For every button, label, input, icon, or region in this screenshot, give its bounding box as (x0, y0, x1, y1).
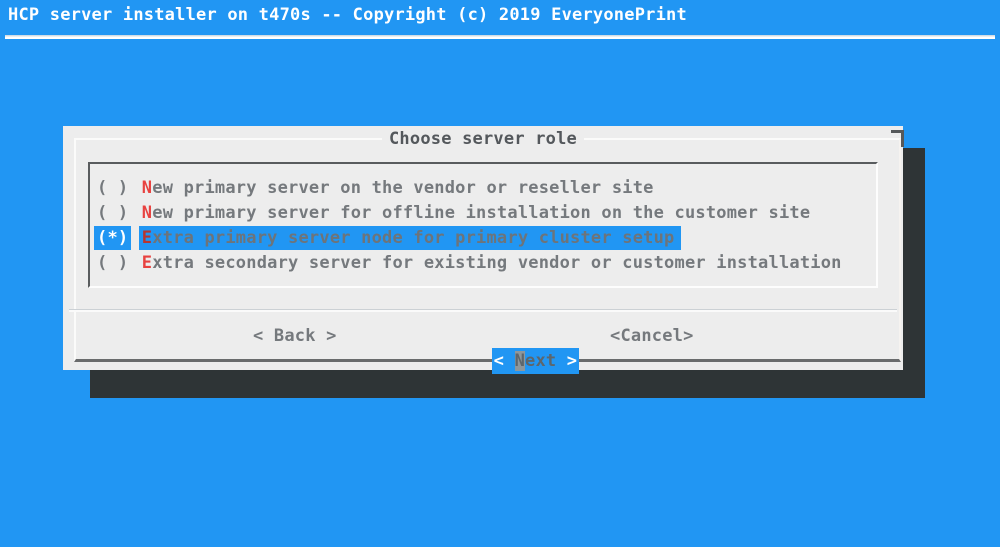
choose-server-role-dialog: Choose server role ( ) New primary serve… (63, 126, 903, 370)
radio-option-label: New primary server on the vendor or rese… (139, 176, 654, 200)
terminal-cursor: N (515, 351, 525, 371)
radio-selected-marker: (*) (94, 226, 131, 250)
dialog-title-text: Choose server role (382, 129, 584, 149)
radio-option-4[interactable]: ( ) Extra secondary server for existing … (97, 250, 874, 275)
option-text: ew primary server for offline installati… (152, 203, 810, 223)
next-button-box: < Next > (492, 348, 580, 374)
back-button[interactable]: < Back > (253, 324, 337, 349)
next-button-right-bracket: > (556, 351, 577, 371)
radio-option-label: Extra secondary server for existing vend… (139, 251, 842, 275)
radio-option-label: Extra primary server node for primary cl… (139, 226, 681, 250)
radiolist: ( ) New primary server on the vendor or … (88, 162, 878, 288)
button-separator (69, 309, 897, 312)
radio-option-1[interactable]: ( ) New primary server on the vendor or … (97, 175, 874, 200)
radio-unselected-marker: ( ) (94, 251, 131, 275)
radio-unselected-marker: ( ) (94, 176, 131, 200)
dialog-title: Choose server role (63, 127, 903, 152)
backtitle: HCP server installer on t470s -- Copyrig… (8, 3, 687, 28)
radio-option-label: New primary server for offline installat… (139, 201, 810, 225)
terminal-screen: HCP server installer on t470s -- Copyrig… (0, 0, 1000, 547)
next-button-left-bracket: < (494, 351, 515, 371)
option-text: xtra primary server node for primary clu… (152, 228, 674, 248)
backtitle-divider (5, 35, 995, 39)
option-text: xtra secondary server for existing vendo… (152, 253, 841, 273)
hotkey-letter: E (142, 228, 152, 248)
radio-option-3[interactable]: (*) Extra primary server node for primar… (97, 225, 874, 250)
hotkey-letter: N (142, 178, 152, 198)
cancel-button[interactable]: <Cancel> (610, 324, 694, 349)
radio-unselected-marker: ( ) (94, 201, 131, 225)
hotkey-letter: E (142, 253, 152, 273)
option-text: ew primary server on the vendor or resel… (152, 178, 653, 198)
next-button[interactable]: < Next > (429, 324, 579, 349)
hotkey-letter: N (142, 203, 152, 223)
next-button-label: ext (525, 351, 556, 371)
radio-option-2[interactable]: ( ) New primary server for offline insta… (97, 200, 874, 225)
